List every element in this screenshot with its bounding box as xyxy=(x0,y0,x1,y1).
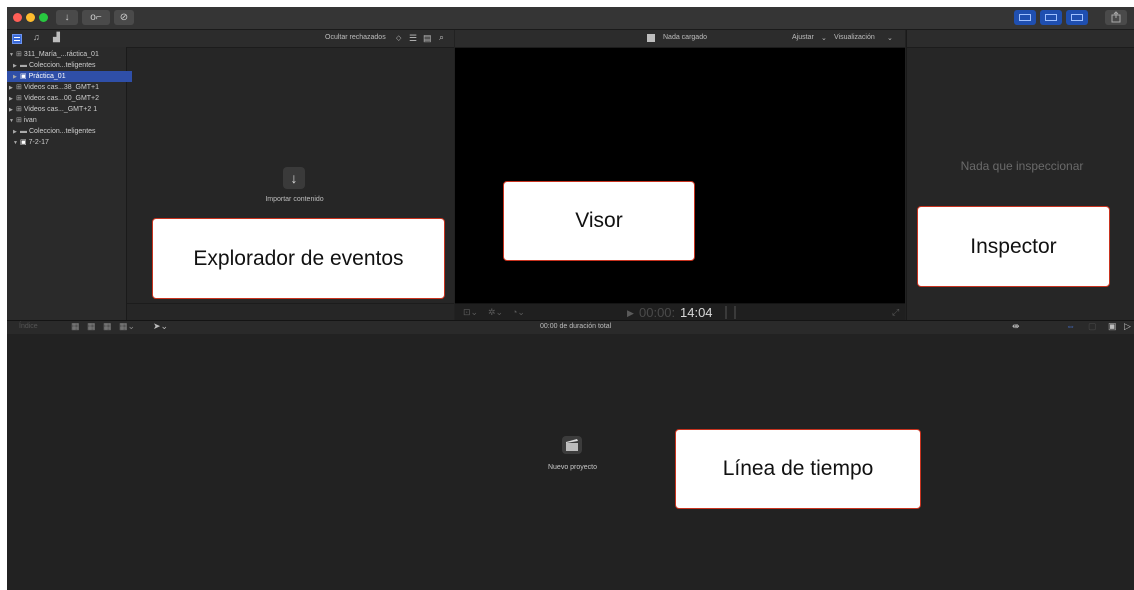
folder-icon: ▬ xyxy=(20,128,27,135)
timeline-toolbar: Índice ▦ ▦ ▦ ▦⌄ ➤⌄ 00:00 de duración tot… xyxy=(7,320,1134,335)
disclosure-open-icon[interactable]: ▼ xyxy=(9,116,16,126)
hide-rejected-select[interactable]: Ocultar rechazados xyxy=(325,34,386,41)
browser-layout-icon xyxy=(1019,14,1031,21)
show-browser-button[interactable] xyxy=(1014,10,1036,25)
callout-viewer: Visor xyxy=(503,181,695,261)
key-icon: o⌐ xyxy=(90,12,102,23)
library-item[interactable]: ▼ ⊞ ivan xyxy=(7,115,128,126)
append-clip-icon[interactable]: ▦ xyxy=(103,321,112,332)
show-inspector-button[interactable] xyxy=(1066,10,1088,25)
effects-browser-icon[interactable]: ▷ xyxy=(1124,321,1131,332)
zoom-button[interactable] xyxy=(39,13,48,22)
viewer: Nada cargado Ajustar ⌄ Visualización ⌄ ⊡… xyxy=(455,30,905,321)
library-icon: ⊞ xyxy=(16,51,22,58)
view-chevron-icon: ⌄ xyxy=(887,35,893,42)
clapper-icon xyxy=(566,439,578,451)
keywords-button[interactable]: o⌐ xyxy=(82,10,110,25)
import-button[interactable]: ↓ xyxy=(283,167,305,189)
disclosure-closed-icon[interactable]: ▶ xyxy=(13,61,20,71)
solo-icon[interactable]: ▢ xyxy=(1088,321,1097,332)
fit-menu[interactable]: Ajustar xyxy=(792,34,814,41)
import-label: Importar contenido xyxy=(265,196,324,203)
library-item-selected[interactable]: ▶ ▣ Práctica_01 xyxy=(7,71,132,82)
viewer-header: Nada cargado Ajustar ⌄ Visualización ⌄ xyxy=(455,30,905,48)
library-icon: ⊞ xyxy=(16,106,22,113)
title-bar: ↓ o⌐ ⊘ xyxy=(7,7,1134,30)
select-tool-icon[interactable]: ➤⌄ xyxy=(153,321,168,332)
inspector-header xyxy=(907,30,1134,48)
viewer-status: Nada cargado xyxy=(663,34,707,41)
library-sidebar: ▼ ⊞ 311_María_...ráctica_01 ▶ ▬ Coleccion...… xyxy=(7,47,132,320)
play-icon[interactable]: ▶ xyxy=(627,308,634,319)
library-icon: ⊞ xyxy=(16,117,22,124)
duration-label: 00:00 de duración total xyxy=(540,323,612,330)
titles-icon[interactable]: ▟ xyxy=(53,32,60,43)
library-item[interactable]: ▶ ⊞ Videos cas...00_GMT+2 xyxy=(7,93,128,104)
disclosure-closed-icon[interactable]: ▶ xyxy=(9,94,16,104)
library-icon: ⊞ xyxy=(16,84,22,91)
transform-icon[interactable]: ⊡⌄ xyxy=(463,307,478,318)
browser-header: ♫ ▟ Ocultar rechazados ◇ ☰ ▤ ⌕ xyxy=(7,30,454,48)
check-icon: ⊘ xyxy=(119,12,129,23)
index-button[interactable]: Índice xyxy=(19,323,38,330)
hide-rejected-chevron-icon: ◇ xyxy=(396,35,402,42)
library-item[interactable]: ▶ ⊞ Videos cas...38_GMT+1 xyxy=(7,82,128,93)
clip-appearance-icon[interactable]: ▣ xyxy=(1108,321,1117,332)
library-item[interactable]: ▶ ▬ Coleccion...teligentes xyxy=(7,126,132,137)
share-icon xyxy=(1111,11,1121,23)
new-project-label: Nuevo proyecto xyxy=(547,464,598,471)
fit-chevron-icon: ⌄ xyxy=(821,35,827,42)
clip-appearance-icon[interactable]: ☰ xyxy=(409,33,417,44)
folder-icon: ▬ xyxy=(20,62,27,69)
connect-clip-icon[interactable]: ▦ xyxy=(71,321,80,332)
browser-footer xyxy=(127,303,454,321)
background-tasks-button[interactable]: ⊘ xyxy=(114,10,134,25)
library-item[interactable]: ▼ ▣ 7-2-17 xyxy=(7,137,132,148)
disclosure-closed-icon[interactable]: ▶ xyxy=(13,127,20,137)
photos-icon[interactable]: ♫ xyxy=(33,32,40,42)
callout-event-browser: Explorador de eventos xyxy=(152,218,445,299)
library-item[interactable]: ▼ ⊞ 311_María_...ráctica_01 xyxy=(7,49,128,60)
enhance-icon[interactable]: ✲⌄ xyxy=(488,307,503,318)
inspector-layout-icon xyxy=(1071,14,1083,21)
disclosure-closed-icon[interactable]: ▶ xyxy=(13,72,20,82)
timeline-layout-icon xyxy=(1045,14,1057,21)
view-menu[interactable]: Visualización xyxy=(834,34,875,41)
disclosure-closed-icon[interactable]: ▶ xyxy=(9,83,16,93)
inspector-empty-text: Nada que inspeccionar xyxy=(960,159,1084,173)
search-icon[interactable]: ⌕ xyxy=(439,32,444,43)
audio-meter-icon xyxy=(725,306,736,319)
disclosure-open-icon[interactable]: ▼ xyxy=(13,138,20,148)
timecode-dim: 00:00: xyxy=(639,305,676,320)
close-button[interactable] xyxy=(13,13,22,22)
callout-inspector: Inspector xyxy=(917,206,1110,287)
event-icon: ▣ xyxy=(20,73,27,80)
timecode-display: 14:04 xyxy=(680,305,713,320)
disclosure-closed-icon[interactable]: ▶ xyxy=(9,105,16,115)
disclosure-open-icon[interactable]: ▼ xyxy=(9,50,16,60)
download-icon: ↓ xyxy=(64,12,70,23)
snapping-icon[interactable]: ⇔ xyxy=(1066,321,1075,331)
overwrite-clip-icon[interactable]: ▦⌄ xyxy=(119,321,135,332)
show-timeline-button[interactable] xyxy=(1040,10,1062,25)
download-icon: ↓ xyxy=(290,170,298,186)
insert-clip-icon[interactable]: ▦ xyxy=(87,321,96,332)
filmstrip-icon[interactable]: ▤ xyxy=(423,33,432,44)
library-item[interactable]: ▶ ▬ Coleccion...teligentes xyxy=(7,60,132,71)
audio-skimming-icon[interactable]: ⇼ xyxy=(1012,321,1020,332)
speed-icon[interactable]: ◔⌄ xyxy=(512,307,525,318)
libraries-icon[interactable] xyxy=(12,34,22,44)
import-media-button[interactable]: ↓ xyxy=(56,10,78,25)
library-item[interactable]: ▶ ⊞ Videos cas..._GMT+2 1 xyxy=(7,104,128,115)
library-icon: ⊞ xyxy=(16,95,22,102)
clip-icon xyxy=(647,34,655,42)
viewer-footer: ⊡⌄ ✲⌄ ◔⌄ ▶ 00:00: 14:04 ⤢ xyxy=(455,303,905,321)
new-project-button[interactable] xyxy=(562,436,582,454)
minimize-button[interactable] xyxy=(26,13,35,22)
share-button[interactable] xyxy=(1105,10,1127,25)
callout-timeline: Línea de tiempo xyxy=(675,429,921,509)
timeline xyxy=(7,334,1134,590)
event-icon: ▣ xyxy=(20,139,27,146)
fullscreen-icon[interactable]: ⤢ xyxy=(892,307,899,318)
